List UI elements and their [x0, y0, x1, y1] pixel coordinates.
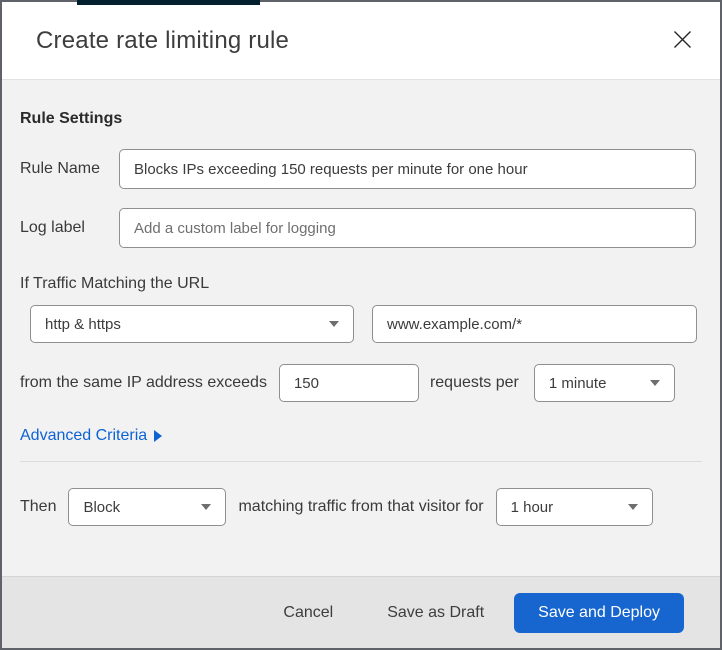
log-label-label: Log label	[20, 219, 85, 236]
action-middle-text: matching traffic from that visitor for	[238, 498, 484, 515]
log-label-row: Log label	[20, 208, 702, 248]
close-icon	[673, 30, 692, 52]
chevron-down-icon	[329, 321, 339, 327]
chevron-down-icon	[649, 380, 660, 386]
scheme-url-row: http & https	[20, 305, 702, 343]
caret-right-icon	[154, 430, 163, 442]
save-as-draft-button[interactable]: Save as Draft	[377, 596, 494, 630]
advanced-criteria-row: Advanced Criteria	[20, 427, 702, 445]
dialog-header: Create rate limiting rule	[2, 2, 720, 80]
action-prefix-text: Then	[20, 498, 57, 515]
chevron-down-icon	[201, 504, 212, 510]
period-dropdown-value: 1 minute	[548, 374, 607, 392]
threshold-row: from the same IP address exceeds request…	[20, 364, 702, 402]
create-rate-limiting-rule-dialog: Create rate limiting rule Rule Settings …	[0, 0, 722, 650]
rule-name-input[interactable]	[119, 149, 696, 189]
chevron-down-icon	[627, 504, 638, 510]
cancel-button[interactable]: Cancel	[273, 596, 343, 630]
dialog-title: Create rate limiting rule	[36, 26, 290, 54]
duration-dropdown-value: 1 hour	[510, 498, 554, 516]
background-page-strip	[77, 0, 260, 5]
rule-name-row: Rule Name	[20, 149, 702, 189]
url-pattern-input[interactable]	[372, 305, 697, 343]
dialog-body: Rule Settings Rule Name Log label If Tra…	[2, 80, 720, 576]
close-button[interactable]	[668, 27, 696, 55]
rule-settings-heading: Rule Settings	[20, 110, 123, 127]
threshold-prefix-text: from the same IP address exceeds	[20, 374, 267, 391]
save-and-deploy-button[interactable]: Save and Deploy	[514, 592, 684, 633]
action-dropdown-value: Block	[83, 498, 121, 516]
scheme-dropdown-value: http & https	[45, 315, 121, 333]
scheme-dropdown[interactable]: http & https	[30, 305, 354, 343]
dialog-footer: Cancel Save as Draft Save and Deploy	[2, 576, 720, 648]
rule-name-label: Rule Name	[20, 160, 101, 177]
traffic-match-heading: If Traffic Matching the URL	[20, 275, 210, 292]
duration-dropdown[interactable]: 1 hour	[495, 488, 653, 526]
request-count-input[interactable]	[278, 364, 419, 402]
threshold-middle-text: requests per	[429, 374, 519, 391]
advanced-criteria-link[interactable]: Advanced Criteria	[20, 427, 163, 445]
section-divider	[20, 461, 702, 462]
action-row: Then Block matching traffic from that vi…	[20, 488, 702, 526]
log-label-input[interactable]	[119, 208, 696, 248]
advanced-criteria-label: Advanced Criteria	[20, 427, 148, 444]
action-dropdown[interactable]: Block	[68, 488, 227, 526]
period-dropdown[interactable]: 1 minute	[533, 364, 675, 402]
